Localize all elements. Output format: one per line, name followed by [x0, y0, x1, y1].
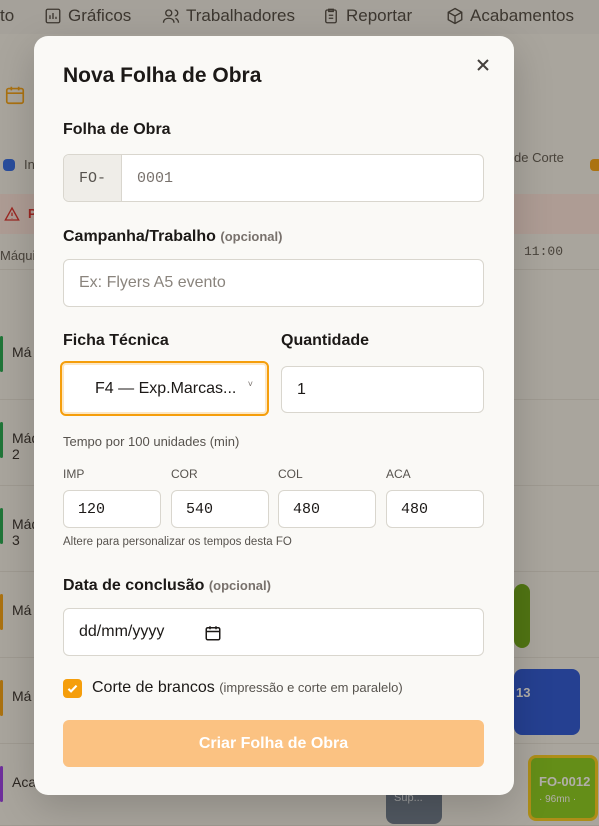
aca-input[interactable]: 480 [386, 490, 484, 528]
col-value: 480 [293, 500, 321, 518]
chevron-down-icon: ˅ [247, 379, 253, 389]
create-work-sheet-button[interactable]: Criar Folha de Obra [63, 720, 484, 767]
folha-input[interactable]: 0001 [122, 155, 483, 201]
ficha-selected-value: F4 — Exp.Marcas... [95, 379, 237, 397]
imp-input[interactable]: 120 [63, 490, 161, 528]
calendar-icon[interactable] [204, 624, 222, 642]
aca-value: 480 [401, 500, 429, 518]
campanha-input[interactable]: Ex: Flyers A5 evento [63, 259, 484, 307]
corte-label[interactable]: Corte de brancos (impressão e corte em p… [92, 679, 403, 697]
quantidade-label: Quantidade [281, 332, 370, 349]
aca-label: ACA [386, 467, 411, 481]
check-icon [67, 684, 78, 693]
campanha-label: Campanha/Trabalho (opcional) [63, 228, 282, 246]
modal-title: Nova Folha de Obra [63, 64, 262, 87]
new-work-sheet-modal: Nova Folha de Obra Folha de Obra FO- 000… [34, 36, 514, 795]
data-label-text: Data de conclusão [63, 577, 205, 594]
campanha-placeholder: Ex: Flyers A5 evento [79, 274, 226, 291]
folha-field-group: FO- 0001 [63, 154, 484, 202]
date-input[interactable]: dd/mm/yyyy [63, 608, 484, 656]
campanha-optional: (opcional) [220, 229, 283, 244]
ficha-select[interactable]: F4 — Exp.Marcas... ˅ [60, 361, 269, 416]
corte-label-text: Corte de brancos [92, 679, 215, 696]
corte-checkbox[interactable] [63, 679, 82, 698]
col-input[interactable]: 480 [278, 490, 376, 528]
tempo-label: Tempo por 100 unidades (min) [63, 434, 240, 449]
folha-label: Folha de Obra [63, 121, 171, 138]
tempo-hint: Altere para personalizar os tempos desta… [63, 536, 292, 548]
imp-value: 120 [78, 500, 106, 518]
cor-input[interactable]: 540 [171, 490, 269, 528]
cor-label: COR [171, 467, 198, 481]
campanha-label-text: Campanha/Trabalho [63, 228, 216, 245]
folha-placeholder: 0001 [137, 169, 174, 187]
corte-sub: (impressão e corte em paralelo) [219, 680, 403, 695]
folha-prefix: FO- [64, 155, 122, 201]
col-label: COL [278, 467, 303, 481]
close-button[interactable] [472, 54, 494, 76]
ficha-label: Ficha Técnica [63, 332, 169, 349]
cor-value: 540 [186, 500, 214, 518]
imp-label: IMP [63, 467, 85, 481]
date-placeholder: dd/mm/yyyy [79, 623, 165, 640]
data-label: Data de conclusão (opcional) [63, 577, 271, 595]
quantidade-input[interactable]: 1 [281, 366, 484, 413]
data-optional: (opcional) [208, 578, 271, 593]
quantidade-value: 1 [297, 380, 306, 398]
close-icon [477, 59, 489, 71]
